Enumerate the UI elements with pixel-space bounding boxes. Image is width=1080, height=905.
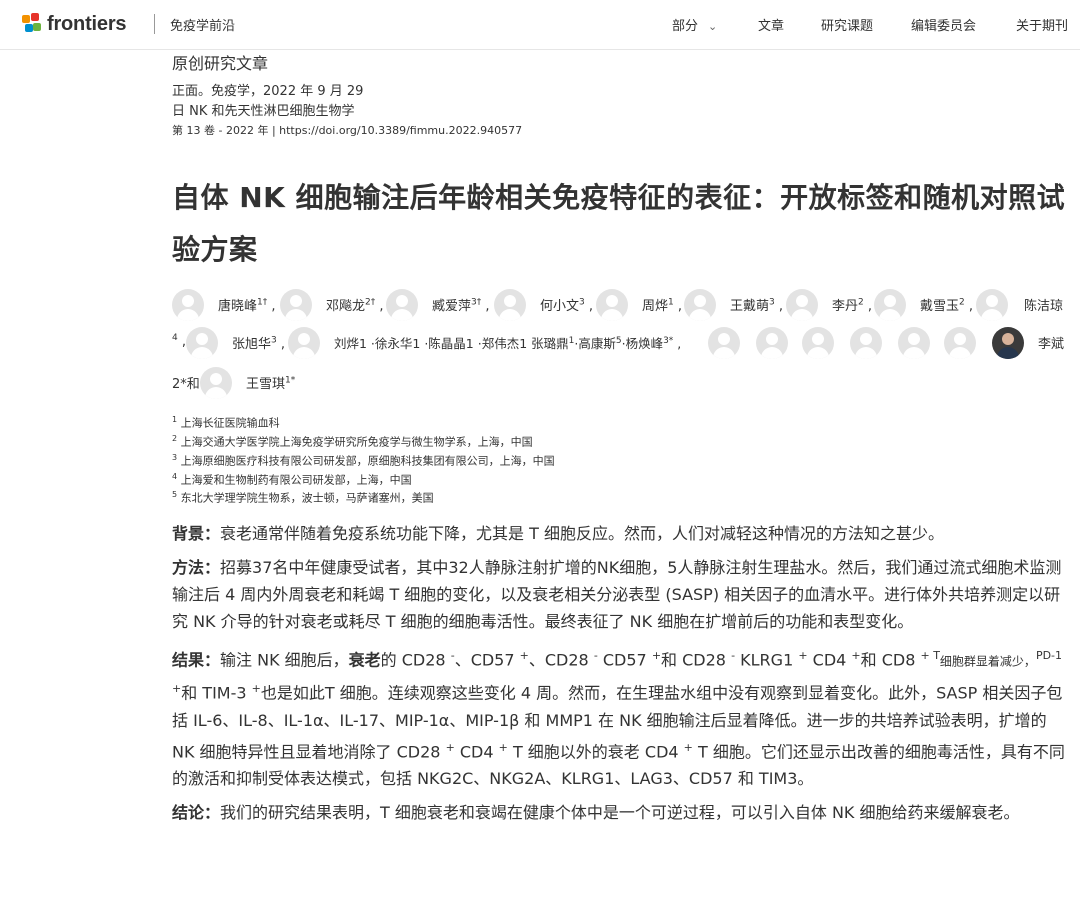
nav-sections[interactable]: 部分 ⌄ (672, 15, 717, 34)
author-name[interactable]: 唐晓峰1† , (218, 295, 276, 314)
frontiers-logo-icon (22, 13, 42, 35)
author-name[interactable]: 邓飚龙2† , (326, 295, 384, 314)
author-avatar[interactable] (386, 289, 418, 321)
author-avatar[interactable] (280, 289, 312, 321)
logo-text: frontiers (47, 12, 127, 35)
citation-doi[interactable]: 第 13 卷 - 2022 年 | https://doi.org/10.338… (172, 122, 522, 138)
author-list: 唐晓峰1† , 邓飚龙2† , 臧爱萍3† , 何小文3 , 周烨1 , 王戴萌… (172, 285, 1072, 399)
publication-info: 正面。免疫学，2022 年 9 月 29 (172, 84, 364, 99)
author-name[interactable]: 陈洁琼 (1024, 295, 1063, 314)
affiliation-item: 2 上海交通大学医学院上海免疫学研究所免疫学与微生物学系，上海，中国 (172, 433, 533, 449)
author-avatar[interactable] (802, 327, 834, 359)
author-photo[interactable] (992, 327, 1024, 359)
article-type: 原创研究文章 (172, 54, 269, 73)
nav-articles[interactable]: 文章 (758, 15, 784, 34)
abstract: 背景：衰老通常伴随着免疫系统功能下降，尤其是 T 细胞反应。然而，人们对减轻这种… (172, 520, 1067, 833)
nav-research-topics[interactable]: 研究课题 (821, 15, 873, 34)
author-name-group[interactable]: 刘烨1 ·徐永华1 ·陈晶晶1 ·郑伟杰1 张璐鼎1·高康斯5·杨焕峰3* , (334, 333, 681, 352)
author-avatar[interactable] (898, 327, 930, 359)
header-divider (154, 14, 155, 34)
author-avatar[interactable] (708, 327, 740, 359)
author-name[interactable]: 戴雪玉2 , (920, 295, 973, 314)
author-avatar[interactable] (684, 289, 716, 321)
author-avatar[interactable] (850, 327, 882, 359)
author-avatar[interactable] (976, 289, 1008, 321)
author-affil-number: 2*和 (172, 377, 200, 392)
journal-name-link[interactable]: 免疫学前沿 (170, 15, 235, 34)
author-avatar[interactable] (172, 289, 204, 321)
author-avatar[interactable] (186, 327, 218, 359)
author-name[interactable]: 李斌 (1038, 333, 1064, 352)
top-navigation-bar: frontiers 免疫学前沿 部分 ⌄ 文章 研究课题 编辑委员会 关于期刊 (0, 0, 1080, 50)
article-title: 自体 NK 细胞输注后年龄相关免疫特征的表征：开放标签和随机对照试验方案 (172, 181, 1066, 266)
abstract-conclusion: 结论：我们的研究结果表明，T 细胞衰老和衰竭在健康个体中是一个可逆过程，可以引入… (172, 802, 1020, 822)
author-avatar[interactable] (944, 327, 976, 359)
affiliations-list: 1 上海长征医院输血科 2 上海交通大学医学院上海免疫学研究所免疫学与微生物学系… (172, 412, 555, 506)
affiliation-item: 4 上海爱和生物制药有限公司研发部，上海，中国 (172, 471, 412, 487)
abstract-background: 背景：衰老通常伴随着免疫系统功能下降，尤其是 T 细胞反应。然而，人们对减轻这种… (172, 524, 944, 543)
abstract-methods: 方法：招募37名中年健康受试者，其中32人静脉注射扩增的NK细胞，5人静脉注射生… (172, 558, 1062, 631)
affiliation-item: 5 东北大学理学院生物系，波士顿，马萨诸塞州，美国 (172, 490, 434, 506)
author-name[interactable]: 王戴萌3 , (730, 295, 783, 314)
article-section: 日 NK 和先天性淋巴细胞生物学 (172, 104, 355, 119)
author-name[interactable]: 张旭华3 , (232, 333, 285, 352)
chevron-down-icon: ⌄ (708, 20, 718, 33)
author-avatar[interactable] (786, 289, 818, 321)
author-avatar[interactable] (200, 367, 232, 399)
author-name[interactable]: 王雪琪1* (246, 373, 295, 392)
nav-sections-label: 部分 (672, 19, 699, 34)
nav-editorial-board[interactable]: 编辑委员会 (911, 15, 976, 34)
author-avatar[interactable] (756, 327, 788, 359)
nav-about-journal[interactable]: 关于期刊 (1016, 15, 1068, 34)
author-affil-number: 4 , (172, 333, 186, 350)
author-avatar[interactable] (596, 289, 628, 321)
frontiers-logo[interactable]: frontiers (22, 11, 127, 37)
author-name[interactable]: 周烨1 , (642, 295, 682, 314)
author-name[interactable]: 李丹2 , (832, 295, 872, 314)
author-avatar[interactable] (494, 289, 526, 321)
affiliation-item: 3 上海原细胞医疗科技有限公司研发部，原细胞科技集团有限公司，上海，中国 (172, 452, 555, 468)
abstract-results: 结果：输注 NK 细胞后，衰老的 CD28 -、CD57 +、CD28 - CD… (172, 649, 1065, 788)
author-name[interactable]: 何小文3 , (540, 295, 593, 314)
author-avatar[interactable] (288, 327, 320, 359)
affiliation-item: 1 上海长征医院输血科 (172, 415, 280, 430)
author-avatar[interactable] (874, 289, 906, 321)
author-name[interactable]: 臧爱萍3† , (432, 295, 490, 314)
